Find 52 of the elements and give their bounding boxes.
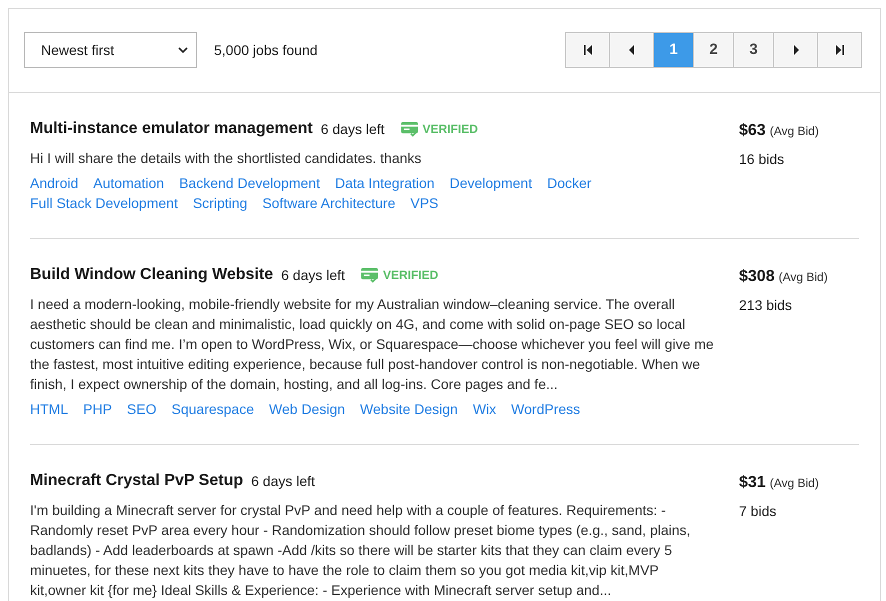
avg-bid-amount: $31 — [739, 473, 766, 493]
skip-end-icon — [836, 45, 844, 55]
bid-count: 213 bids — [739, 296, 793, 315]
skip-start-icon — [584, 45, 592, 55]
skill-tag-link[interactable]: Data Integration — [334, 173, 435, 193]
verified-label: VERIFIED — [382, 267, 438, 284]
skill-tag-link[interactable]: HTML — [30, 399, 68, 419]
page-button[interactable]: 2 — [693, 32, 734, 68]
caret-left-icon — [628, 45, 636, 55]
job-description: I'm building a Minecraft server for crystal PvP and need help with a couple of features. Requirements: - Randomly reset PvP area every hour - Randomization should follow preset biome types (e.g., sand, plains, badlands) - Add leaderboards at spawn -Add /kits so there will be starter kits that they can claim every 5 minuetes, for these next kits they have to have the role to claim them so you got media kit,vip kit,MVP kit,owner kit {for me} Ideal Skills & Experience: - Experience with Minecraft server setup and... — [30, 501, 692, 600]
job-title-link[interactable]: Build Window Cleaning Website — [30, 263, 274, 287]
avg-bid-label: (Avg Bid) — [778, 269, 828, 286]
time-left: 6 days left — [281, 266, 345, 285]
avg-bid-amount: $308 — [739, 267, 775, 287]
verified-card-icon — [400, 122, 419, 136]
caret-right-icon — [792, 45, 800, 55]
skill-tag-link[interactable]: Web Design — [269, 399, 346, 419]
skill-tag-link[interactable]: PHP — [83, 399, 112, 419]
verified-card-icon — [360, 268, 379, 282]
time-left: 6 days left — [320, 120, 385, 139]
skill-tag-link[interactable]: Squarespace — [172, 399, 254, 419]
first-page-button[interactable] — [565, 32, 610, 68]
skill-tag-link[interactable]: VPS — [410, 193, 438, 213]
bid-count: 16 bids — [739, 150, 786, 169]
skill-tag-link[interactable]: Wix — [472, 399, 496, 419]
skill-tag-link[interactable]: Software Architecture — [262, 193, 396, 213]
avg-bid-label: (Avg Bid) — [770, 123, 819, 140]
sort-dropdown[interactable]: Newest first — [24, 32, 197, 68]
skill-tag-link[interactable]: Full Stack Development — [30, 193, 178, 213]
last-page-button[interactable] — [817, 32, 862, 68]
job-title-link[interactable]: Minecraft Crystal PvP Setup — [30, 469, 244, 493]
avg-bid-label: (Avg Bid) — [770, 475, 819, 492]
chevron-down-icon — [178, 47, 188, 53]
skill-tag-link[interactable]: Website Design — [360, 399, 458, 419]
skill-tag-link[interactable]: Automation — [93, 173, 164, 193]
avg-bid-amount: $63 — [739, 121, 766, 141]
page-button[interactable]: 3 — [733, 32, 774, 68]
page-button[interactable]: 1 — [653, 32, 694, 68]
job-description: I need a modern-looking, mobile-friendly website for my Australian window–cleaning service. The overall aesthetic should be clean and minimalistic, load quickly on 4G, and come with solid on-page SEO so local customers can find me. I’m open to WordPress, Wix, or Squarespace—choose whichever you feel will give me the fastest, most intuitive editing experience, because full post-handover control is non-negotiable. When we finish, I expect ownership of the domain, hosting, and all log-ins. Core pages and fe... — [30, 295, 714, 394]
time-left: 6 days left — [251, 472, 315, 491]
result-count: 5,000 jobs found — [214, 40, 318, 60]
bid-count: 7 bids — [739, 502, 778, 521]
verified-label: VERIFIED — [422, 121, 478, 138]
skill-tag-link[interactable]: Docker — [547, 173, 592, 193]
skill-tag-link[interactable]: SEO — [126, 399, 156, 419]
skill-tag-link[interactable]: WordPress — [511, 399, 580, 419]
skill-tag-link[interactable]: Backend Development — [179, 173, 320, 193]
skill-tag-link[interactable]: Android — [30, 173, 78, 193]
job-description: Hi I will share the details with the shortlisted candidates. thanks — [30, 149, 422, 168]
skill-tag-link[interactable]: Development — [450, 173, 532, 193]
skill-tag-link[interactable]: Scripting — [192, 193, 248, 213]
job-title-link[interactable]: Multi-instance emulator management — [30, 117, 313, 141]
